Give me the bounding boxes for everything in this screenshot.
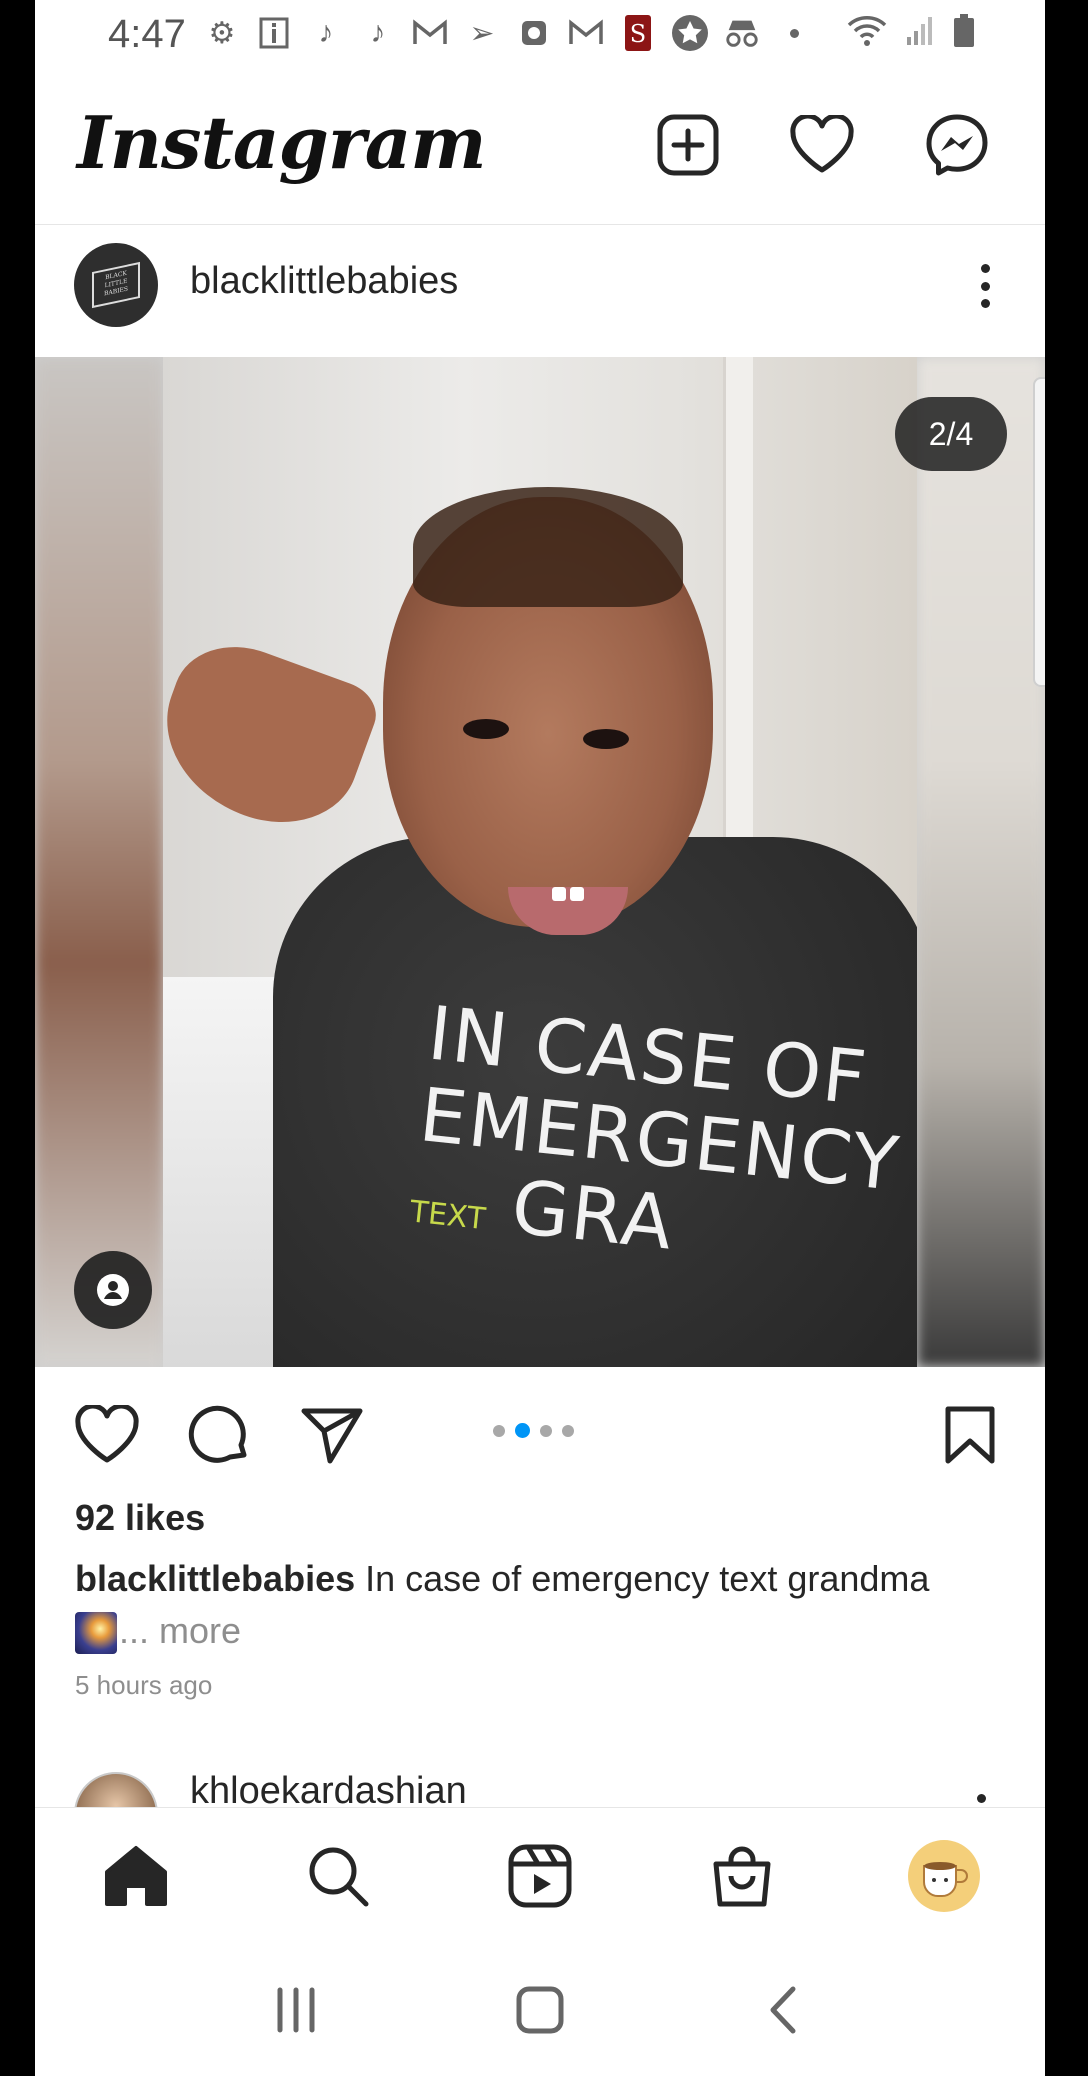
avatar-logo-text: BLACK LITTLE BABIES — [92, 261, 140, 309]
tagged-people-button[interactable] — [74, 1251, 152, 1329]
tiktok-icon: ♪ — [370, 16, 386, 49]
more-dot — [980, 299, 990, 308]
baby-arm — [163, 627, 385, 847]
status-bar: 4:47 ⚙ ♪ ♪ ➢ S — [35, 0, 1045, 70]
activity-button[interactable] — [787, 110, 857, 180]
app-header: Instagram — [35, 100, 1045, 225]
recent-apps-icon — [277, 1987, 315, 2033]
alarm-icon — [515, 14, 553, 52]
post-media-carousel[interactable]: IN CASE OF EMERGENCY TEXT GRA 2/4 — [35, 357, 1045, 1367]
nav-profile[interactable] — [904, 1836, 984, 1916]
post-header: BLACK LITTLE BABIES blacklittlebabies — [35, 226, 1045, 356]
fireworks-emoji-icon — [75, 1612, 117, 1655]
nav-home[interactable] — [96, 1836, 176, 1916]
status-system-icons — [847, 14, 975, 53]
coffee-cup-icon — [923, 1862, 968, 1897]
stanford-icon: S — [619, 14, 657, 52]
settings-icon: ⚙ — [208, 16, 236, 50]
more-dot — [980, 281, 990, 291]
caption-username[interactable]: blacklittlebabies — [75, 1558, 355, 1599]
reels-icon — [508, 1844, 572, 1908]
next-slide-peek — [917, 357, 1045, 1367]
likes-count[interactable]: 92 likes — [75, 1497, 205, 1539]
profile-avatar — [908, 1840, 980, 1912]
comment-button[interactable] — [185, 1400, 255, 1470]
messenger-icon — [926, 114, 988, 176]
status-notification-icons: ⚙ ♪ ♪ ➢ S — [203, 14, 813, 52]
nav-search[interactable] — [298, 1836, 378, 1916]
shop-icon — [713, 1846, 771, 1907]
recent-apps-button[interactable] — [261, 1975, 331, 2045]
like-button[interactable] — [72, 1400, 142, 1470]
new-post-button[interactable] — [653, 110, 723, 180]
info-icon — [255, 14, 293, 52]
battery-icon — [953, 14, 975, 53]
carousel-dot — [493, 1424, 505, 1437]
carousel-dot-active — [515, 1423, 530, 1438]
bookmark-icon — [945, 1406, 995, 1464]
post-actions-bar — [35, 1368, 1045, 1488]
save-button[interactable] — [935, 1400, 1005, 1470]
nav-reels[interactable] — [500, 1836, 580, 1916]
status-time: 4:47 — [108, 12, 186, 56]
signal-icon — [905, 15, 935, 52]
home-square-icon — [516, 1986, 564, 2034]
carousel-dot — [540, 1424, 552, 1437]
search-icon — [309, 1847, 369, 1907]
back-chevron-icon — [770, 1986, 796, 2034]
messenger-button[interactable] — [922, 110, 992, 180]
post-username[interactable]: blacklittlebabies — [190, 260, 458, 303]
activity-heart-icon — [790, 115, 854, 173]
baby-eye — [463, 719, 509, 739]
star-icon — [671, 14, 709, 52]
share-button[interactable] — [297, 1400, 367, 1470]
dot-icon — [775, 14, 813, 52]
shirt-print: IN CASE OF EMERGENCY TEXT GRA — [408, 990, 904, 1267]
gmail-icon — [567, 14, 605, 52]
edge-panel-handle[interactable] — [1033, 377, 1045, 687]
gmail-icon — [411, 14, 449, 52]
send-icon — [301, 1408, 363, 1464]
post-photo[interactable]: IN CASE OF EMERGENCY TEXT GRA — [163, 357, 917, 1367]
nav-shop[interactable] — [702, 1836, 782, 1916]
next-post-username[interactable]: khloekardashian — [190, 1770, 467, 1807]
next-post-options-button[interactable] — [977, 1794, 986, 1803]
more-dot — [980, 264, 990, 273]
next-post-avatar[interactable] — [74, 1772, 158, 1807]
post-options-button[interactable] — [965, 258, 1005, 314]
post-avatar[interactable]: BLACK LITTLE BABIES — [74, 243, 158, 327]
home-icon — [105, 1846, 167, 1906]
post-timestamp: 5 hours ago — [75, 1670, 213, 1700]
back-button[interactable] — [748, 1975, 818, 2045]
bottom-navigation — [35, 1807, 1045, 1937]
incognito-icon — [723, 14, 761, 52]
delivery-icon: ➢ — [469, 16, 495, 50]
tiktok-icon: ♪ — [318, 16, 334, 49]
user-icon — [97, 1274, 129, 1306]
new-post-icon — [657, 114, 719, 176]
carousel-indicator — [493, 1423, 574, 1438]
previous-slide-peek — [35, 357, 163, 1367]
phone-screen: 4:47 ⚙ ♪ ♪ ➢ S Instagram BLACK LITTLE BA… — [35, 0, 1045, 2076]
comment-icon — [188, 1405, 247, 1463]
caption-more-link[interactable]: ... more — [119, 1610, 241, 1651]
heart-icon — [75, 1405, 139, 1463]
next-post-header: khloekardashian — [35, 1765, 1045, 1807]
caption-text: In case of emergency text grandma — [355, 1558, 930, 1599]
post-caption[interactable]: blacklittlebabies In case of emergency t… — [75, 1553, 1025, 1657]
svg-text:S: S — [630, 20, 646, 48]
home-system-button[interactable] — [505, 1975, 575, 2045]
carousel-dot — [562, 1424, 574, 1437]
instagram-logo[interactable]: Instagram — [77, 100, 487, 185]
baby-eye — [583, 729, 629, 749]
carousel-counter-badge: 2/4 — [895, 397, 1007, 471]
wifi-icon — [847, 15, 887, 52]
system-navigation-bar — [35, 1937, 1045, 2076]
